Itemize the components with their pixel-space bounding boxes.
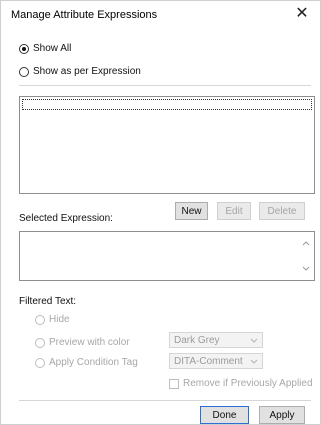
radio-preview-with-color[interactable]: Preview with color — [35, 337, 130, 348]
radio-apply-condition-tag[interactable]: Apply Condition Tag — [35, 357, 138, 368]
scroll-up-icon[interactable] — [301, 238, 311, 248]
chevron-down-icon — [250, 336, 258, 344]
radio-label-preview-with-color: Preview with color — [49, 337, 130, 348]
new-button[interactable]: New — [175, 202, 208, 220]
radio-label-apply-condition-tag: Apply Condition Tag — [49, 357, 138, 368]
radio-button[interactable] — [35, 314, 45, 325]
dialog-title: Manage Attribute Expressions — [11, 9, 158, 21]
title-bar: Manage Attribute Expressions ✕ — [1, 1, 320, 31]
apply-button[interactable]: Apply — [259, 406, 305, 424]
delete-button[interactable]: Delete — [259, 202, 305, 220]
radio-button[interactable] — [35, 337, 45, 348]
radio-button[interactable] — [19, 66, 29, 77]
remove-if-previously-applied-checkbox[interactable]: Remove if Previously Applied — [169, 378, 313, 389]
separator — [19, 85, 311, 86]
checkbox[interactable] — [169, 378, 179, 389]
edit-button[interactable]: Edit — [217, 202, 251, 220]
radio-show-all[interactable]: Show All — [19, 43, 71, 54]
radio-label-show-as-per-expression: Show as per Expression — [33, 66, 141, 77]
separator — [19, 400, 311, 401]
selected-expression-label: Selected Expression: — [19, 213, 113, 224]
close-icon[interactable]: ✕ — [294, 5, 310, 23]
radio-hide[interactable]: Hide — [35, 314, 70, 325]
color-select[interactable]: Dark Grey — [169, 332, 263, 348]
manage-attribute-expressions-dialog: Manage Attribute Expressions ✕ Show All … — [0, 0, 321, 425]
scroll-down-icon[interactable] — [301, 264, 311, 274]
filtered-text-label: Filtered Text: — [19, 296, 77, 307]
radio-button[interactable] — [35, 357, 45, 368]
done-button[interactable]: Done — [200, 406, 249, 424]
condition-tag-select-value: DITA-Comment — [174, 355, 243, 367]
chevron-down-icon — [250, 357, 258, 365]
radio-label-hide: Hide — [49, 314, 70, 325]
radio-label-show-all: Show All — [33, 43, 72, 54]
remove-if-previously-applied-label: Remove if Previously Applied — [183, 378, 313, 389]
list-item-focus[interactable] — [22, 99, 312, 110]
condition-tag-select[interactable]: DITA-Comment — [169, 353, 263, 369]
expressions-list[interactable] — [19, 96, 315, 194]
radio-show-as-per-expression[interactable]: Show as per Expression — [19, 66, 141, 77]
radio-button[interactable] — [19, 43, 29, 54]
selected-expression-field[interactable] — [19, 231, 315, 281]
color-select-value: Dark Grey — [174, 334, 220, 346]
